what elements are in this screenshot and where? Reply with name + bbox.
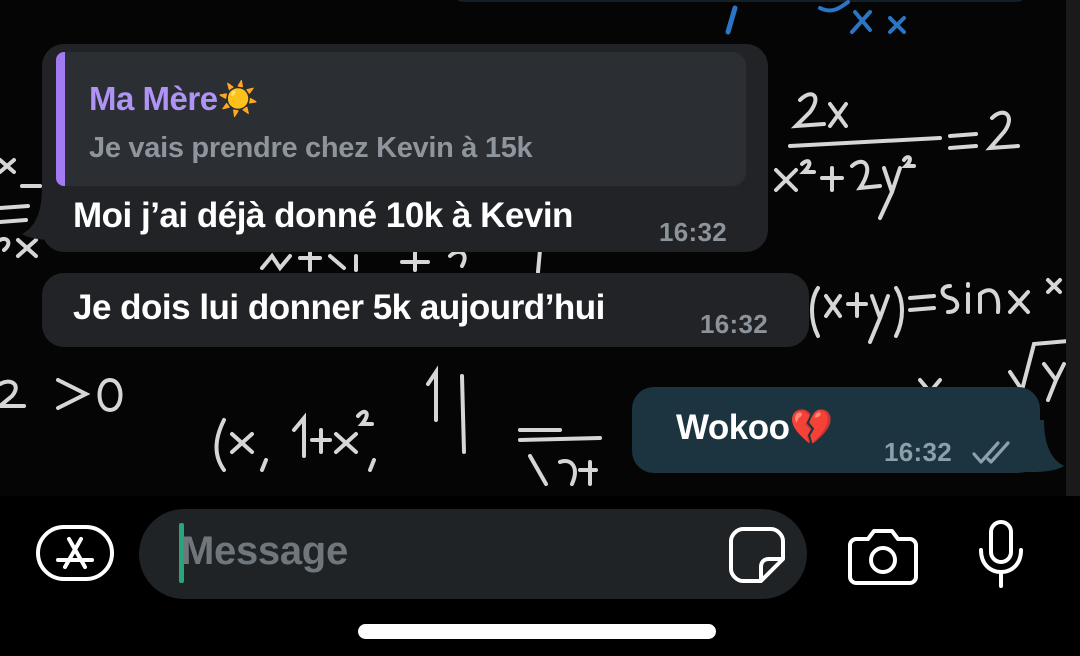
- chat-screen: Ma Mère☀️ Je vais prendre chez Kevin à 1…: [0, 0, 1080, 656]
- sticker-icon[interactable]: [727, 525, 787, 585]
- message-time: 16:32: [884, 437, 952, 467]
- reply-quote[interactable]: Ma Mère☀️ Je vais prendre chez Kevin à 1…: [56, 52, 746, 186]
- incoming-message-bubble[interactable]: Ma Mère☀️ Je vais prendre chez Kevin à 1…: [42, 44, 768, 252]
- reply-quoted-text: Je vais prendre chez Kevin à 15k: [89, 132, 533, 164]
- reply-sender-name: Ma Mère☀️: [89, 80, 259, 117]
- incoming-message-bubble[interactable]: Je dois lui donner 5k aujourd’hui 16:32: [42, 273, 809, 347]
- outgoing-message-bubble[interactable]: Wokoo💔 16:32: [632, 387, 1040, 473]
- camera-icon[interactable]: [848, 527, 918, 585]
- message-text: Wokoo💔: [676, 408, 833, 447]
- message-text: Moi j’ai déjà donné 10k à Kevin: [73, 196, 573, 235]
- apps-icon[interactable]: [36, 525, 114, 581]
- home-indicator[interactable]: [358, 624, 716, 639]
- message-time: 16:32: [700, 309, 768, 339]
- message-placeholder: Message: [181, 529, 348, 573]
- message-input[interactable]: Message: [139, 509, 807, 599]
- read-double-check-icon: [972, 441, 1010, 464]
- reply-accent-bar: [56, 52, 65, 186]
- message-text: Je dois lui donner 5k aujourd’hui: [73, 288, 605, 327]
- message-time: 16:32: [659, 217, 727, 247]
- microphone-icon[interactable]: [976, 520, 1026, 588]
- wallpaper-edge: [1066, 0, 1080, 496]
